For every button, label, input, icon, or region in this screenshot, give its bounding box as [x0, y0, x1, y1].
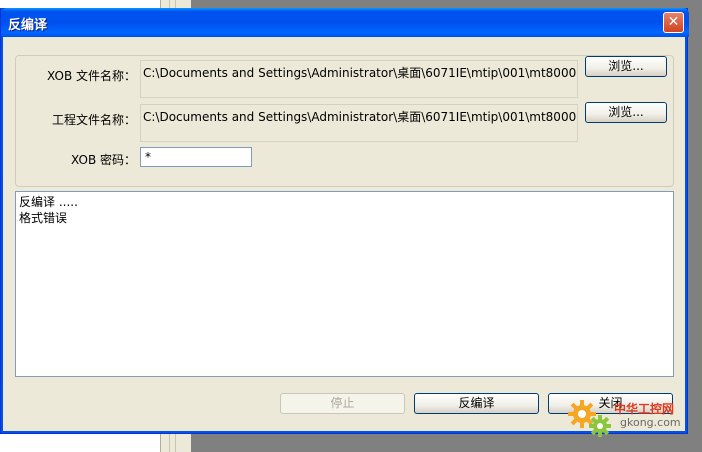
- close-icon: ✕: [667, 14, 680, 30]
- decompile-button[interactable]: 反编译: [414, 393, 539, 414]
- project-file-label: 工程文件名称：: [51, 113, 136, 127]
- gear-logo-icon: [568, 400, 611, 437]
- watermark-url: gkong.com: [620, 416, 681, 429]
- xob-file-path[interactable]: C:\Documents and Settings\Administrator\…: [140, 60, 578, 98]
- log-line: 格式错误: [19, 211, 68, 225]
- browse-xob-button[interactable]: 浏览...: [585, 56, 667, 77]
- log-output[interactable]: 反编译 ..... 格式错误: [15, 191, 674, 377]
- password-input[interactable]: *: [140, 147, 252, 167]
- watermark-name: 中华工控网: [614, 402, 675, 416]
- xob-file-label: XOB 文件名称：: [47, 69, 136, 83]
- password-label: XOB 密码：: [71, 153, 136, 167]
- watermark: 中华工控网 gkong.com: [564, 396, 694, 440]
- project-file-path[interactable]: C:\Documents and Settings\Administrator\…: [140, 104, 578, 142]
- dialog-title: 反编译: [8, 18, 48, 33]
- decompile-dialog: 反编译 ✕ XOB 文件名称： C:\Documents and Setting…: [0, 8, 689, 434]
- stop-button[interactable]: 停止: [280, 393, 405, 414]
- log-line: 反编译 .....: [19, 195, 78, 209]
- title-bar[interactable]: 反编译 ✕: [1, 8, 689, 37]
- close-window-button[interactable]: ✕: [663, 12, 684, 33]
- browse-project-button[interactable]: 浏览...: [585, 102, 667, 123]
